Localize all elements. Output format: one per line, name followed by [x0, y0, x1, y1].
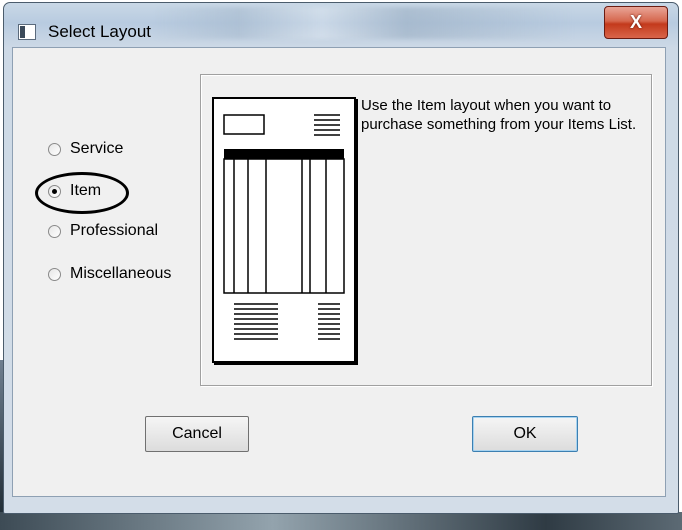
window-app-icon — [18, 24, 36, 40]
radio-button-icon[interactable] — [48, 267, 61, 281]
hand-drawn-circle-annotation — [35, 172, 129, 214]
radio-option-professional[interactable]: Professional — [48, 222, 158, 240]
layout-description: Use the Item layout when you want to pur… — [361, 97, 637, 133]
item-layout-diagram-icon — [223, 114, 345, 340]
window-title: Select Layout — [48, 22, 152, 41]
cancel-button[interactable]: Cancel — [145, 416, 249, 452]
radio-label: Miscellaneous — [70, 265, 172, 282]
radio-option-service[interactable]: Service — [48, 140, 123, 158]
radio-button-icon[interactable] — [48, 142, 61, 156]
ok-button[interactable]: OK — [472, 416, 578, 452]
radio-label: Professional — [70, 222, 159, 239]
radio-label: Service — [70, 140, 124, 157]
desktop-background-bottom — [0, 512, 682, 530]
layout-preview-image — [212, 97, 356, 363]
radio-button-icon[interactable] — [48, 224, 61, 238]
titlebar-glass — [154, 7, 574, 39]
close-button[interactable]: X — [604, 6, 668, 39]
radio-option-miscellaneous[interactable]: Miscellaneous — [48, 265, 171, 283]
